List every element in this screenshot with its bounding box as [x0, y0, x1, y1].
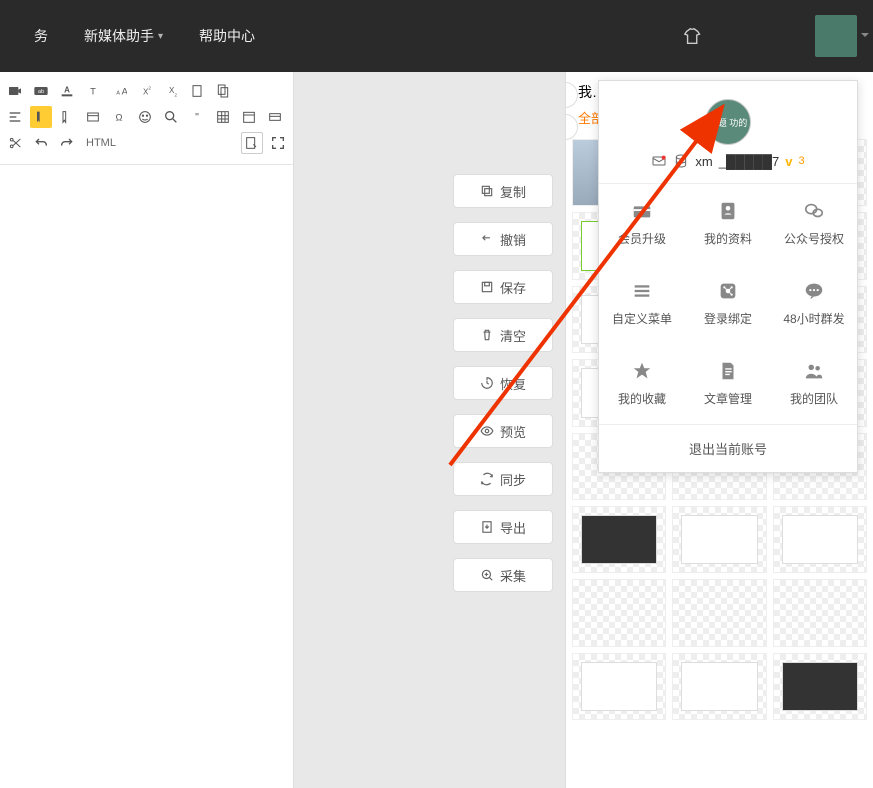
wechat-auth[interactable]: 公众号授权	[771, 184, 857, 264]
mass-send[interactable]: 48小时群发	[771, 264, 857, 344]
redo-icon[interactable]	[56, 132, 78, 154]
align-icon[interactable]	[4, 106, 26, 128]
copy-button[interactable]: 复制	[453, 174, 553, 208]
superscript-icon[interactable]: X2	[134, 80, 156, 102]
editor-toolbar: ab A T AA X2 X2 Ω "	[0, 72, 293, 165]
scissors-icon[interactable]	[4, 132, 26, 154]
user-dropdown-panel: 标题 功的 xm_█████7 v 3 会员升级 我的资料 公众号授权 自定义菜…	[598, 80, 858, 473]
page-icon[interactable]	[186, 80, 208, 102]
nav-item-help[interactable]: 帮助中心	[181, 26, 273, 46]
tshirt-icon[interactable]	[683, 25, 705, 47]
my-favorites[interactable]: 我的收藏	[599, 344, 685, 424]
text-format-icon[interactable]: T	[82, 80, 104, 102]
gallery-thumb[interactable]	[572, 506, 666, 573]
ab-icon[interactable]: ab	[30, 80, 52, 102]
member-upgrade[interactable]: 会员升级	[599, 184, 685, 264]
article-manage[interactable]: 文章管理	[685, 344, 771, 424]
user-id-row: xm_█████7 v 3	[609, 153, 847, 169]
middle-column: 复制 撤销 保存 清空 恢复 预览 同步 导出 采集	[294, 72, 565, 788]
chevron-down-icon: ▾	[158, 31, 163, 42]
top-navbar: 务 新媒体助手▾ 帮助中心	[0, 0, 873, 72]
undo-icon[interactable]	[30, 132, 52, 154]
gallery-thumb[interactable]	[572, 653, 666, 720]
font-size-icon[interactable]: AA	[108, 80, 130, 102]
emoji-icon[interactable]	[134, 106, 156, 128]
preview-button[interactable]: 预览	[453, 414, 553, 448]
nav-item-service[interactable]: 务	[16, 26, 66, 46]
gallery-thumb[interactable]	[672, 506, 766, 573]
mail-icon[interactable]	[651, 153, 667, 169]
svg-text:T: T	[90, 86, 96, 96]
my-team[interactable]: 我的团队	[771, 344, 857, 424]
logout-button[interactable]: 退出当前账号	[599, 424, 857, 472]
nav-item-assistant[interactable]: 新媒体助手▾	[66, 26, 181, 46]
database-icon[interactable]	[673, 153, 689, 169]
font-color-icon[interactable]: A	[56, 80, 78, 102]
user-avatar[interactable]	[815, 15, 857, 57]
video-icon[interactable]	[4, 80, 26, 102]
gallery-thumb[interactable]	[773, 579, 867, 646]
bookmark-start-icon[interactable]	[30, 106, 52, 128]
calendar-icon[interactable]	[238, 106, 260, 128]
svg-text:": "	[195, 111, 199, 123]
svg-text:A: A	[116, 90, 120, 96]
edit-form-icon[interactable]	[241, 132, 263, 154]
omega-icon[interactable]: Ω	[108, 106, 130, 128]
fullscreen-icon[interactable]	[267, 132, 289, 154]
svg-text:2: 2	[148, 86, 151, 91]
svg-text:2: 2	[174, 92, 177, 97]
gallery-thumb[interactable]	[773, 506, 867, 573]
login-bind[interactable]: 登录绑定	[685, 264, 771, 344]
my-profile[interactable]: 我的资料	[685, 184, 771, 264]
undo-button[interactable]: 撤销	[453, 222, 553, 256]
copy-page-icon[interactable]	[212, 80, 234, 102]
subscript-icon[interactable]: X2	[160, 80, 182, 102]
editor-body[interactable]	[0, 165, 293, 788]
html-button[interactable]: HTML	[82, 132, 120, 154]
svg-text:Ω: Ω	[116, 112, 123, 122]
card-icon[interactable]	[264, 106, 286, 128]
svg-text:ab: ab	[38, 89, 44, 95]
editor-column: ab A T AA X2 X2 Ω "	[0, 72, 294, 788]
gallery-thumb[interactable]	[672, 579, 766, 646]
search-icon[interactable]	[160, 106, 182, 128]
export-button[interactable]: 导出	[453, 510, 553, 544]
bookmark-end-icon[interactable]	[56, 106, 78, 128]
save-button[interactable]: 保存	[453, 270, 553, 304]
gallery-thumb[interactable]	[672, 653, 766, 720]
panel-avatar: 标题 功的	[705, 99, 751, 145]
restore-button[interactable]: 恢复	[453, 366, 553, 400]
svg-text:A: A	[122, 86, 127, 96]
snippet-icon[interactable]	[82, 106, 104, 128]
table-icon[interactable]	[212, 106, 234, 128]
svg-text:A: A	[64, 85, 70, 94]
gallery-thumb[interactable]	[773, 653, 867, 720]
clear-button[interactable]: 清空	[453, 318, 553, 352]
quote-icon[interactable]: "	[186, 106, 208, 128]
vip-badge: v	[785, 154, 792, 169]
collect-button[interactable]: 采集	[453, 558, 553, 592]
magic-button[interactable]: ✦	[565, 114, 578, 140]
sync-button[interactable]: 同步	[453, 462, 553, 496]
gallery-thumb[interactable]	[572, 579, 666, 646]
collapse-button[interactable]: »	[565, 82, 578, 108]
custom-menu[interactable]: 自定义菜单	[599, 264, 685, 344]
